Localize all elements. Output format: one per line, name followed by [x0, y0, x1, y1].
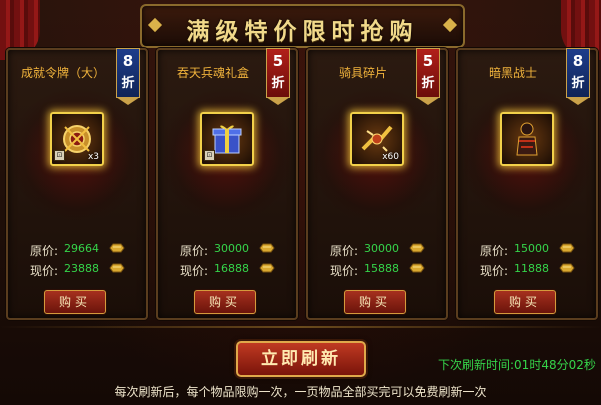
gold-ingot-icon [109, 243, 125, 253]
bound-lock-icon: ⊡ [54, 150, 65, 161]
item-card: 成就令牌（大） 8 折 ⊡ x3 原价: 29664 现价: 23888 购买 [6, 48, 148, 320]
gold-ingot-icon [259, 243, 275, 253]
next-refresh-timer: 下次刷新时间:01时48分02秒 [438, 356, 596, 373]
item-quantity: x60 [382, 152, 399, 162]
original-price-value: 15000 [514, 242, 549, 255]
buy-button[interactable]: 购买 [44, 290, 106, 314]
original-price-row: 原价: 30000 [158, 240, 296, 258]
current-price-row: 现价: 16888 [158, 260, 296, 278]
current-price-row: 现价: 23888 [8, 260, 146, 278]
refresh-now-button[interactable]: 立即刷新 [236, 341, 366, 377]
item-name: 骑具碎片 [338, 66, 387, 80]
timer-label: 下次刷新时间: [438, 358, 515, 372]
item-card: 吞天兵魂礼盒 5 折 ⊡ 原价: 30000 现价: 16888 购买 [156, 48, 298, 320]
discount-value: 5 [422, 52, 434, 70]
discount-value: 8 [122, 52, 134, 70]
buy-button[interactable]: 购买 [344, 290, 406, 314]
current-price-value: 23888 [64, 262, 99, 275]
current-price-label: 现价: [480, 264, 509, 278]
original-price-row: 原价: 15000 [458, 240, 596, 258]
shop-panel: 满级特价限时抢购 成就令牌（大） 8 折 ⊡ x3 原价: 29664 现价: … [0, 0, 601, 405]
item-name: 暗黑战士 [488, 66, 537, 80]
gold-ingot-icon [109, 263, 125, 273]
gold-ingot-icon [409, 243, 425, 253]
buy-button[interactable]: 购买 [194, 290, 256, 314]
title-banner: 满级特价限时抢购 [140, 4, 465, 48]
item-name: 吞天兵魂礼盒 [176, 66, 249, 80]
item-slot[interactable]: ⊡ x3 [50, 112, 104, 166]
current-price-value: 11888 [514, 262, 549, 275]
divider [0, 326, 601, 328]
discount-ribbon: 5 折 [266, 48, 290, 105]
current-price-row: 现价: 15888 [308, 260, 446, 278]
discount-value: 5 [272, 52, 284, 70]
current-price-value: 15888 [364, 262, 399, 275]
current-price-label: 现价: [30, 264, 59, 278]
current-price-row: 现价: 11888 [458, 260, 596, 278]
timer-value: 01时48分02秒 [514, 358, 596, 372]
bound-lock-icon: ⊡ [204, 150, 215, 161]
original-price-label: 原价: [180, 244, 209, 258]
gold-ingot-icon [259, 263, 275, 273]
discount-suffix: 折 [421, 76, 435, 91]
refresh-rule-note: 每次刷新后，每个物品限购一次，一页物品全部买完可以免费刷新一次 [114, 385, 487, 399]
original-price-value: 30000 [214, 242, 249, 255]
dark-warrior-icon [516, 122, 538, 156]
current-price-label: 现价: [330, 264, 359, 278]
current-price-value: 16888 [214, 262, 249, 275]
item-card: 暗黑战士 8 折 原价: 15000 现价: 11888 购买 [456, 48, 598, 320]
discount-ribbon: 8 折 [566, 48, 590, 105]
discount-suffix: 折 [121, 76, 135, 91]
gold-ingot-icon [409, 263, 425, 273]
item-slot[interactable]: x60 [350, 112, 404, 166]
original-price-label: 原价: [480, 244, 509, 258]
item-name: 成就令牌（大） [20, 66, 105, 80]
original-price-label: 原价: [330, 244, 359, 258]
item-card: 骑具碎片 5 折 x60 原价: 30000 现价: 15888 购买 [306, 48, 448, 320]
discount-suffix: 折 [271, 76, 285, 91]
original-price-value: 29664 [64, 242, 99, 255]
item-slot[interactable]: ⊡ [200, 112, 254, 166]
discount-value: 8 [572, 52, 584, 70]
item-quantity: x3 [87, 152, 99, 162]
discount-suffix: 折 [571, 76, 585, 91]
item-slot[interactable] [500, 112, 554, 166]
discount-ribbon: 8 折 [116, 48, 140, 105]
original-price-label: 原价: [30, 244, 59, 258]
original-price-value: 30000 [364, 242, 399, 255]
gold-ingot-icon [559, 243, 575, 253]
page-title: 满级特价限时抢购 [186, 18, 419, 45]
original-price-row: 原价: 29664 [8, 240, 146, 258]
discount-ribbon: 5 折 [416, 48, 440, 105]
current-price-label: 现价: [180, 264, 209, 278]
gold-ingot-icon [559, 263, 575, 273]
buy-button[interactable]: 购买 [494, 290, 556, 314]
original-price-row: 原价: 30000 [308, 240, 446, 258]
